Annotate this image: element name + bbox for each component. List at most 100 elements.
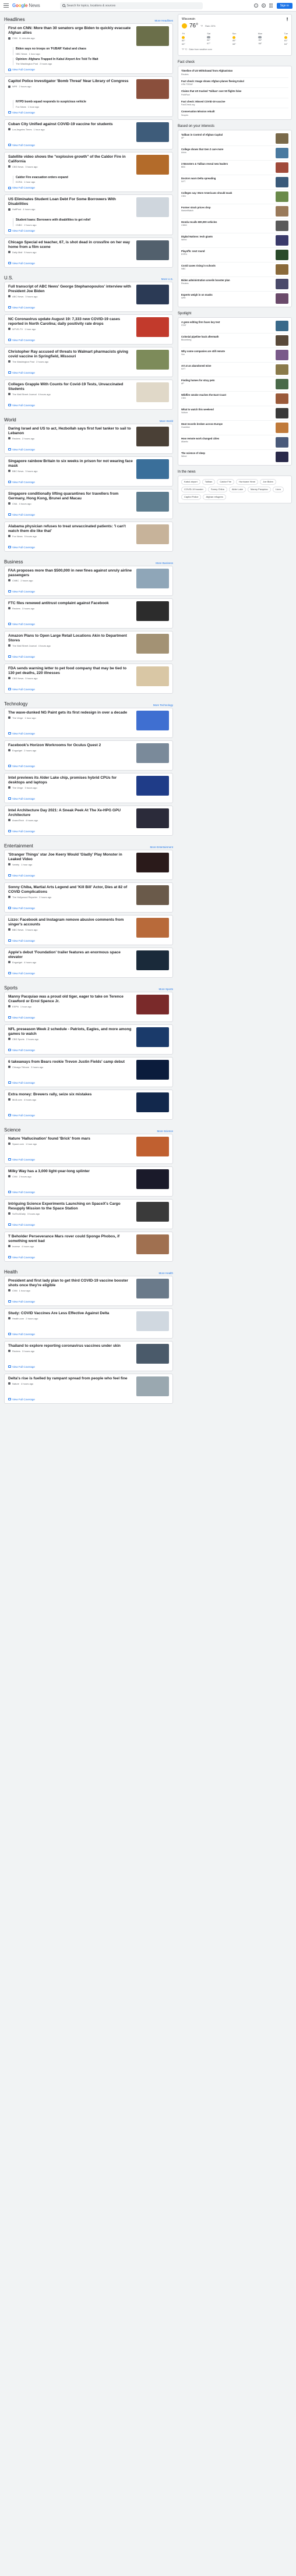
story-thumbnail[interactable] <box>136 79 169 99</box>
view-full-coverage-button[interactable]: View Full Coverage <box>8 404 169 407</box>
side-story[interactable]: Art at an abandoned mine NYT <box>181 363 288 377</box>
story-thumbnail[interactable] <box>136 1311 169 1331</box>
story-source[interactable]: Health.com <box>12 1317 24 1320</box>
side-story-thumbnail[interactable] <box>276 437 288 448</box>
section-more-link[interactable]: More Health <box>158 1272 173 1275</box>
story-thumbnail[interactable] <box>136 666 169 686</box>
view-full-coverage-button[interactable]: View Full Coverage <box>8 262 169 265</box>
story-thumbnail[interactable] <box>136 885 169 905</box>
view-full-coverage-button[interactable]: View Full Coverage <box>8 1049 169 1052</box>
story-card[interactable]: Amazon Plans to Open Large Retail Locati… <box>4 630 173 661</box>
side-story-headline[interactable]: Honda recalls 600,000 vehicles <box>181 221 273 224</box>
view-full-coverage-button[interactable]: View Full Coverage <box>8 186 169 189</box>
story-headline[interactable]: Colleges Grapple With Counts for Covid-1… <box>8 382 133 392</box>
story-headline[interactable]: Apple's debut 'Foundation' trailer featu… <box>8 950 133 960</box>
story-source[interactable]: CNN <box>12 1289 17 1292</box>
side-story-headline[interactable]: Playoffs: next round <box>181 250 273 253</box>
story-thumbnail[interactable] <box>136 601 169 621</box>
view-full-coverage-button[interactable]: View Full Coverage <box>8 907 169 910</box>
story-card[interactable]: The wave-dunked NG Paint gets its first … <box>4 707 173 738</box>
story-source[interactable]: AnandTech <box>12 819 24 822</box>
side-story-thumbnail[interactable] <box>276 264 288 275</box>
story-card[interactable]: First on CNN: More than 30 senators urge… <box>4 23 173 74</box>
view-full-coverage-button[interactable]: View Full Coverage <box>8 797 169 800</box>
side-story-headline[interactable]: Why some companies are still remote <box>181 350 273 353</box>
story-source[interactable]: HuffPost <box>12 208 21 211</box>
topic-chip[interactable]: Joe Biden <box>260 478 276 485</box>
related-headline[interactable]: Opinion: Afghans Trapped In Kabul Airpor… <box>16 58 98 62</box>
story-thumbnail[interactable] <box>136 524 169 544</box>
story-card[interactable]: Study: COVID Vaccines Are Less Effective… <box>4 1308 173 1339</box>
story-headline[interactable]: US Eliminates Student Loan Debt For Some… <box>8 197 133 207</box>
story-card[interactable]: T Beholder Perseverance Mars rover could… <box>4 1231 173 1262</box>
view-full-coverage-button[interactable]: View Full Coverage <box>8 972 169 975</box>
story-headline[interactable]: Singapore rainbow Britain to six weeks i… <box>8 459 133 469</box>
side-story[interactable]: Doctors warn Delta spreading NYT <box>181 175 288 190</box>
side-story-headline[interactable]: Fact check: Image shows Afghan planes fl… <box>181 80 288 83</box>
related-source[interactable]: CNBC <box>16 223 22 226</box>
related-story[interactable]: Student loans: Borrowers with disabiliti… <box>13 217 169 228</box>
side-story-thumbnail[interactable] <box>276 147 288 158</box>
view-full-coverage-button[interactable]: View Full Coverage <box>8 732 169 735</box>
story-source[interactable]: The Wall Street Journal <box>12 644 37 647</box>
story-thumbnail[interactable] <box>136 349 169 370</box>
view-full-coverage-button[interactable]: View Full Coverage <box>8 229 169 232</box>
story-thumbnail[interactable] <box>136 197 169 217</box>
topic-chip[interactable]: Caldor Fire <box>217 478 235 485</box>
side-story-thumbnail[interactable] <box>276 320 288 331</box>
view-full-coverage-button[interactable]: View Full Coverage <box>8 655 169 658</box>
story-headline[interactable]: Thailand to explore reporting coronaviru… <box>8 1344 133 1349</box>
story-source[interactable]: BBC News <box>12 470 23 473</box>
side-story-headline[interactable]: Taliban in Control of Afghan Capital <box>181 133 273 137</box>
story-headline[interactable]: Lizzo: Facebook and Instagram remove abu… <box>8 918 133 927</box>
story-card[interactable]: FTC files renewed antitrust complaint ag… <box>4 598 173 629</box>
story-thumbnail[interactable] <box>136 1201 169 1222</box>
apps-icon[interactable] <box>269 3 273 8</box>
side-story[interactable]: Colonial pipeline hack aftermath Bloomber… <box>181 333 288 348</box>
side-story-headline[interactable]: Timeline of US Withdrawal from Afghanist… <box>181 69 288 73</box>
section-more-link[interactable]: More World <box>160 420 173 423</box>
story-thumbnail[interactable] <box>136 240 169 260</box>
story-card[interactable]: Milky Way has a 3,000 light-year-long sp… <box>4 1166 173 1197</box>
section-title[interactable]: Business <box>4 559 23 565</box>
related-source[interactable]: Fox News <box>16 105 26 108</box>
section-title[interactable]: U.S. <box>4 275 13 281</box>
topic-chip[interactable]: Sonny Chiba <box>207 486 227 492</box>
story-headline[interactable]: Manny Pacquiao was a proud old tiger, ea… <box>8 995 133 1004</box>
side-story-headline[interactable]: Heat records broken across Europe <box>181 423 273 426</box>
side-story[interactable]: College shows that Gen Z care more Axios <box>181 146 288 161</box>
side-story[interactable]: Digital Nations: tech giants Wired <box>181 233 288 248</box>
side-story-thumbnail[interactable] <box>276 191 288 202</box>
side-story-headline[interactable]: Colleges say: More Americans should mask <box>181 191 273 195</box>
side-story[interactable]: Timeline of US Withdrawal from Afghanist… <box>181 68 288 78</box>
story-headline[interactable]: Cuban City Unified against COVID-19 vacc… <box>8 122 133 127</box>
side-story-headline[interactable]: Biden administration unveils booster pla… <box>181 279 273 282</box>
view-full-coverage-button[interactable]: View Full Coverage <box>8 1398 169 1401</box>
story-headline[interactable]: Nature 'Hallucination' found 'Brick' fro… <box>8 1137 133 1141</box>
story-headline[interactable]: Intel Architecture Day 2021: A Sneak Pee… <box>8 808 133 818</box>
story-thumbnail[interactable] <box>136 852 169 872</box>
side-story[interactable]: Colleges say: More Americans should mask… <box>181 190 288 204</box>
side-story-thumbnail[interactable] <box>276 422 288 433</box>
story-headline[interactable]: Delta's rise is fuelled by rampant sprea… <box>8 1376 133 1381</box>
story-source[interactable]: SciTechDaily <box>12 1212 26 1215</box>
view-full-coverage-button[interactable]: View Full Coverage <box>8 1333 169 1336</box>
side-story[interactable]: What to watch this weekend Vulture <box>181 406 288 421</box>
side-story-headline[interactable]: Digital Nations: tech giants <box>181 235 273 239</box>
side-story[interactable]: Fact check: Missed COVID-19 vaccine FactC… <box>181 98 288 108</box>
topic-chip[interactable]: COVID-19 booster <box>181 486 206 492</box>
related-source[interactable]: NBC News <box>16 52 27 55</box>
story-thumbnail[interactable] <box>136 950 169 970</box>
story-headline[interactable]: Extra money: Brewers rally, seize six mi… <box>8 1092 133 1097</box>
side-story-thumbnail[interactable] <box>276 364 288 375</box>
side-story-headline[interactable]: Experts weigh in on masks <box>181 293 273 297</box>
view-full-coverage-button[interactable]: View Full Coverage <box>8 765 169 768</box>
story-source[interactable]: Nature <box>12 1382 19 1385</box>
story-card[interactable]: Lizzo: Facebook and Instagram remove abu… <box>4 914 173 945</box>
side-story[interactable]: Experts weigh in on masks NPR <box>181 292 288 306</box>
side-story-thumbnail[interactable] <box>276 235 288 246</box>
story-headline[interactable]: T Beholder Perseverance Mars rover could… <box>8 1234 133 1244</box>
story-source[interactable]: CBS Sports <box>12 1038 24 1041</box>
story-thumbnail[interactable] <box>136 633 169 654</box>
side-story[interactable]: A gene editing firm faces key test STAT <box>181 319 288 333</box>
